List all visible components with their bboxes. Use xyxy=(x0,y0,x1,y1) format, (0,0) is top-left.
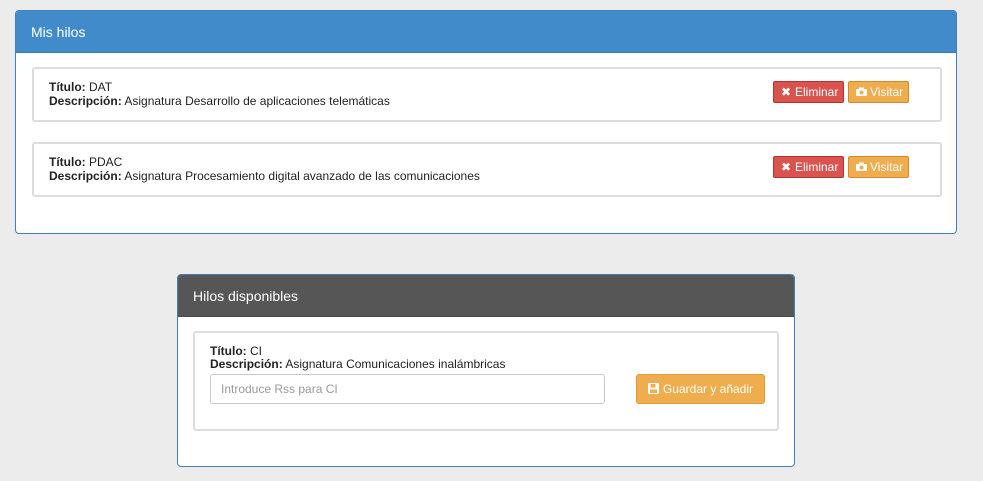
delete-button[interactable]: ✖ Eliminar xyxy=(773,81,845,103)
times-icon: ✖ xyxy=(780,85,792,99)
thread-title-line: Título: PDAC xyxy=(49,155,122,169)
visit-button-label: Visitar xyxy=(870,160,904,174)
description-label: Descripción: xyxy=(210,357,283,371)
description-label: Descripción: xyxy=(49,169,122,183)
thread-card: Título: DAT Descripción: Asignatura Desa… xyxy=(32,67,942,122)
title-label: Título: xyxy=(49,155,86,169)
description-value: Asignatura Procesamiento digital avanzad… xyxy=(124,169,480,183)
save-and-add-label: Guardar y añadir xyxy=(662,382,754,396)
available-thread-card: Título: CI Descripción: Asignatura Comun… xyxy=(193,331,779,431)
thread-description-line: Descripción: Asignatura Desarrollo de ap… xyxy=(49,94,390,108)
thread-card: Título: PDAC Descripción: Asignatura Pro… xyxy=(32,142,942,197)
title-label: Título: xyxy=(49,80,86,94)
camera-icon xyxy=(855,82,867,102)
title-value: CI xyxy=(250,344,262,358)
visit-button-label: Visitar xyxy=(870,85,904,99)
my-threads-panel-title: Mis hilos xyxy=(16,11,956,53)
visit-button[interactable]: Visitar xyxy=(848,81,910,103)
description-value: Asignatura Desarrollo de aplicaciones te… xyxy=(124,94,390,108)
my-threads-panel: Mis hilos Título: DAT Descripción: Asign… xyxy=(15,10,957,234)
title-value: PDAC xyxy=(89,155,123,169)
rss-input[interactable]: Introduce Rss para CI xyxy=(210,374,605,404)
times-icon: ✖ xyxy=(780,160,792,174)
title-label: Título: xyxy=(210,344,247,358)
floppy-icon xyxy=(647,376,659,404)
delete-button-label: Eliminar xyxy=(795,160,839,174)
thread-description-line: Descripción: Asignatura Procesamiento di… xyxy=(49,169,480,183)
camera-icon xyxy=(855,157,867,177)
rss-input-placeholder: Introduce Rss para CI xyxy=(221,382,338,396)
available-threads-panel-title: Hilos disponibles xyxy=(178,275,794,317)
thread-description-line: Descripción: Asignatura Comunicaciones i… xyxy=(210,357,505,371)
save-and-add-button[interactable]: Guardar y añadir xyxy=(636,374,765,404)
available-threads-panel: Hilos disponibles Título: CI Descripción… xyxy=(177,274,795,467)
delete-button-label: Eliminar xyxy=(795,85,839,99)
delete-button[interactable]: ✖ Eliminar xyxy=(773,156,845,178)
description-label: Descripción: xyxy=(49,94,122,108)
description-value: Asignatura Comunicaciones inalámbricas xyxy=(285,357,506,371)
thread-title-line: Título: CI xyxy=(210,344,262,358)
title-value: DAT xyxy=(89,80,113,94)
thread-title-line: Título: DAT xyxy=(49,80,112,94)
visit-button[interactable]: Visitar xyxy=(848,156,910,178)
